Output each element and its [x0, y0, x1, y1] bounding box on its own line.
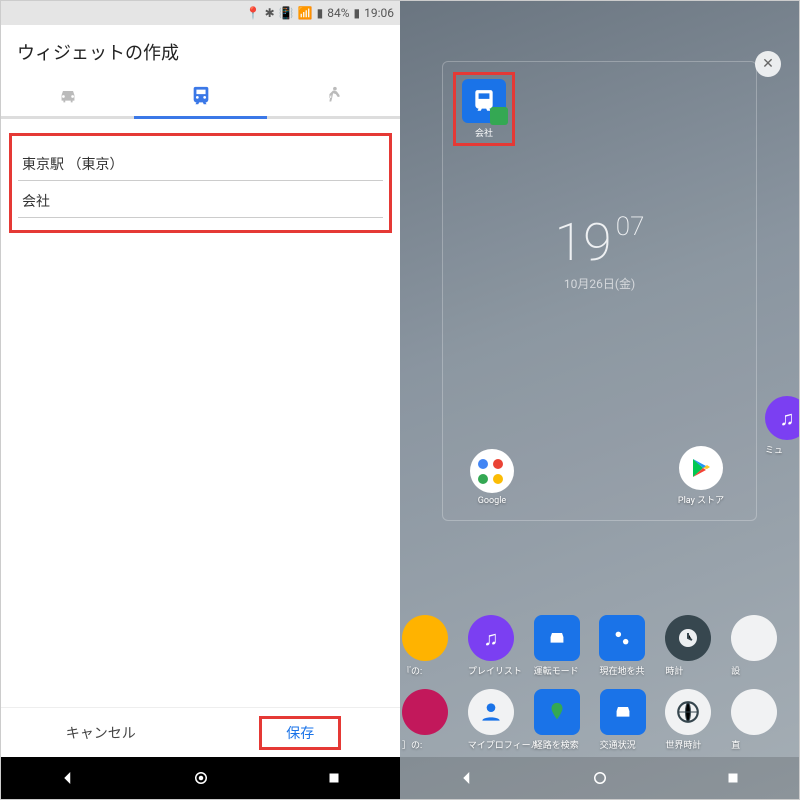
- cancel-button[interactable]: キャンセル: [1, 708, 201, 757]
- status-bar: 📍 ✱ 📳 📶 ▮ 84% ▮ 19:06: [1, 1, 400, 25]
- recent-icon[interactable]: [724, 769, 742, 787]
- fields-highlight: 東京駅 （東京） 会社: [9, 133, 392, 233]
- app-partial[interactable]: 直: [731, 689, 797, 751]
- app-playlist[interactable]: ♫プレイリスト: [468, 615, 534, 677]
- clock-date: 10月26日(金): [443, 275, 756, 292]
- app-music-partial[interactable]: ♫ ミュ: [765, 396, 799, 456]
- widget-icon[interactable]: [462, 79, 506, 123]
- dock-row-1: 『の: ♫プレイリスト 運転モード 現在地を共 時計 設: [400, 609, 799, 683]
- close-button[interactable]: ✕: [755, 51, 781, 77]
- page-title: ウィジェットの作成: [1, 25, 400, 75]
- nav-bar-left: [1, 757, 400, 799]
- app-profile[interactable]: マイプロフィール: [468, 689, 534, 751]
- battery-percent: 84%: [327, 6, 349, 20]
- app-share-location[interactable]: 現在地を共: [599, 615, 665, 677]
- clock-widget[interactable]: 1907 10月26日(金): [443, 212, 756, 292]
- app-label: Google: [478, 496, 506, 506]
- maps-pin-icon: [490, 107, 508, 125]
- traffic-icon: [600, 689, 646, 735]
- driving-icon: [534, 615, 580, 661]
- app-worldclock[interactable]: 世界時計: [665, 689, 731, 751]
- back-icon[interactable]: [458, 769, 476, 787]
- app-traffic[interactable]: 交通状況: [600, 689, 666, 751]
- partial-icon: [731, 689, 777, 735]
- left-screen: 📍 ✱ 📳 📶 ▮ 84% ▮ 19:06 ウィジェットの作成 東京駅 （東京）…: [1, 1, 400, 799]
- app-driving[interactable]: 運転モード: [534, 615, 600, 677]
- transport-tabs: [1, 75, 400, 119]
- wifi-icon: 📶: [298, 6, 313, 20]
- car-icon: [57, 85, 79, 107]
- tab-car[interactable]: [1, 75, 134, 119]
- app-partial[interactable]: ］の:: [402, 689, 468, 751]
- signal-icon: ▮: [317, 6, 324, 20]
- widget-highlight: 会社: [453, 72, 515, 146]
- nav-bar-right: [400, 757, 799, 799]
- right-screen: ✕ 会社 1907 10月26日(金) Google: [400, 1, 799, 799]
- app-label: ミュ: [765, 443, 799, 456]
- app-partial[interactable]: 『の:: [402, 615, 468, 677]
- partial-icon: [402, 689, 448, 735]
- app-partial[interactable]: 設: [731, 615, 797, 677]
- bluetooth-icon: ✱: [265, 6, 275, 20]
- partial-icon: [731, 615, 777, 661]
- save-button[interactable]: 保存: [201, 708, 401, 757]
- worldclock-icon: [665, 689, 711, 735]
- button-bar: キャンセル 保存: [1, 707, 400, 757]
- vibrate-icon: 📳: [279, 6, 294, 20]
- destination-field[interactable]: 会社: [18, 181, 383, 218]
- location-icon: 📍: [246, 6, 261, 20]
- widget-label: 会社: [475, 126, 493, 139]
- clock-hour: 19: [555, 212, 612, 273]
- app-route[interactable]: 経路を検索: [534, 689, 600, 751]
- app-label: Play ストア: [678, 493, 724, 506]
- home-page-preview[interactable]: 会社 1907 10月26日(金) Google Play ストア: [442, 61, 757, 521]
- music-icon: ♫: [468, 615, 514, 661]
- walk-icon: [323, 85, 345, 107]
- clock-icon: [665, 615, 711, 661]
- music-icon: ♫: [765, 396, 799, 440]
- origin-field[interactable]: 東京駅 （東京）: [18, 144, 383, 181]
- transit-icon: [190, 85, 212, 107]
- route-icon: [534, 689, 580, 735]
- app-clock[interactable]: 時計: [665, 615, 731, 677]
- home-icon[interactable]: [591, 769, 609, 787]
- save-highlight: 保存: [259, 716, 341, 750]
- partial-icon: [402, 615, 448, 661]
- recent-icon[interactable]: [325, 769, 343, 787]
- dock-section: 『の: ♫プレイリスト 運転モード 現在地を共 時計 設 ］の: マイプロフィー…: [400, 609, 799, 757]
- back-icon[interactable]: [59, 769, 77, 787]
- battery-icon: ▮: [354, 6, 361, 20]
- home-icon[interactable]: [192, 769, 210, 787]
- app-play-store[interactable]: Play ストア: [672, 446, 730, 506]
- dock-row-2: ］の: マイプロフィール 経路を検索 交通状況 世界時計 直: [400, 683, 799, 757]
- google-folder-icon: [470, 449, 514, 493]
- tab-walk[interactable]: [267, 75, 400, 119]
- app-google[interactable]: Google: [463, 449, 521, 506]
- profile-icon: [468, 689, 514, 735]
- play-icon: [679, 446, 723, 490]
- clock-minute: 07: [616, 212, 645, 242]
- location-share-icon: [599, 615, 645, 661]
- status-time: 19:06: [364, 6, 394, 20]
- tab-transit[interactable]: [134, 75, 267, 119]
